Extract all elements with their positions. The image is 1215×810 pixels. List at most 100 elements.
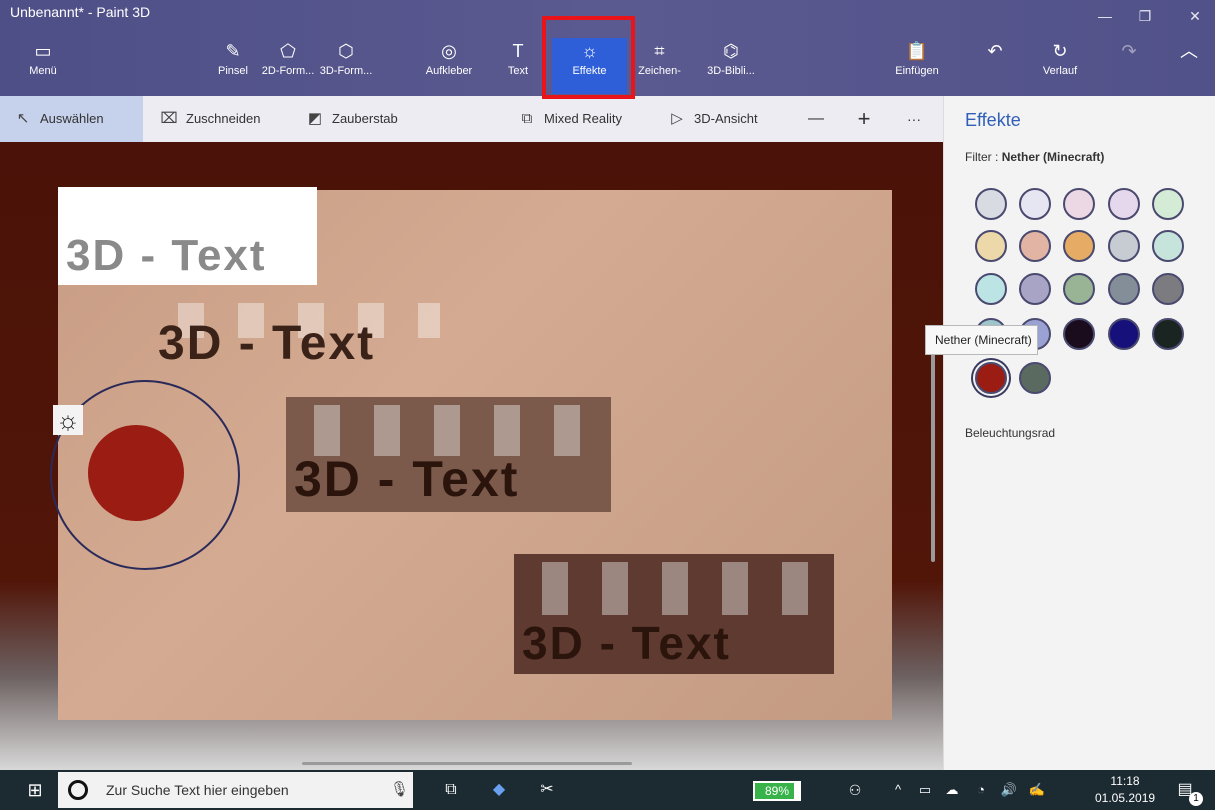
magic-select-icon: ◩ bbox=[307, 110, 323, 127]
collapse-ribbon-button[interactable]: ︿ bbox=[1172, 38, 1206, 94]
tool-sticker[interactable]: ◎ Aufkleber bbox=[418, 38, 480, 94]
search-placeholder: Zur Suche Text hier eingeben bbox=[106, 782, 289, 798]
mixed-reality-label: Mixed Reality bbox=[544, 111, 623, 126]
windows-start-icon[interactable]: ⊞ bbox=[20, 770, 50, 810]
battery-indicator[interactable]: 89% bbox=[753, 781, 801, 801]
3d-text-object[interactable]: 3D - Text bbox=[150, 295, 450, 375]
filter-swatch[interactable] bbox=[975, 273, 1007, 305]
tool-canvas[interactable]: ⌗ Zeichen- bbox=[632, 38, 687, 94]
task-view-icon[interactable]: ⧉ bbox=[436, 770, 466, 810]
vertical-scrollbar[interactable] bbox=[931, 350, 935, 562]
paste-button[interactable]: 📋 Einfügen bbox=[888, 38, 946, 94]
filter-swatch[interactable] bbox=[1152, 273, 1184, 305]
history-label: Verlauf bbox=[1042, 65, 1078, 77]
3d-text-label: 3D - Text bbox=[158, 317, 376, 370]
undo-button[interactable]: ↶ bbox=[978, 38, 1012, 94]
3d-text-object[interactable]: 3D - Text bbox=[514, 554, 834, 674]
mixed-reality-button[interactable]: ⧉ Mixed Reality bbox=[516, 96, 622, 142]
people-icon[interactable]: ⚇ bbox=[843, 770, 867, 810]
tool-2d-shapes-label: 2D-Form... bbox=[261, 65, 315, 77]
battery-percent: 89% bbox=[764, 784, 790, 798]
microphone-icon[interactable]: 🎙 bbox=[390, 772, 409, 808]
filter-swatch[interactable] bbox=[975, 362, 1007, 394]
tool-canvas-label: Zeichen- bbox=[638, 65, 681, 77]
volume-icon[interactable]: 🔊 bbox=[998, 770, 1020, 810]
tool-2d-shapes[interactable]: ⬠ 2D-Form... bbox=[258, 38, 318, 94]
filter-swatch[interactable] bbox=[1108, 230, 1140, 262]
filter-swatch[interactable] bbox=[1063, 230, 1095, 262]
filter-swatch[interactable] bbox=[1063, 188, 1095, 220]
show-hidden-icons[interactable]: ^ bbox=[887, 770, 909, 810]
text-icon: T bbox=[512, 41, 524, 61]
filter-swatch[interactable] bbox=[1152, 318, 1184, 350]
restore-button[interactable]: ❐ bbox=[1130, 8, 1160, 28]
filter-swatch[interactable] bbox=[1019, 188, 1051, 220]
tool-pinsel-label: Pinsel bbox=[218, 65, 248, 77]
3d-text-object[interactable]: 3D - Text bbox=[286, 397, 611, 512]
light-source-sun-icon[interactable]: ☼ bbox=[53, 405, 83, 435]
tool-3d-shapes[interactable]: ⬡ 3D-Form... bbox=[316, 38, 376, 94]
zoom-out-button[interactable]: — bbox=[806, 96, 826, 142]
taskbar-search-box[interactable]: Zur Suche Text hier eingeben 🎙 bbox=[58, 772, 413, 808]
filter-swatch[interactable] bbox=[1152, 230, 1184, 262]
filter-swatch[interactable] bbox=[975, 230, 1007, 262]
history-button[interactable]: ↻ Verlauf bbox=[1036, 38, 1084, 94]
redo-icon: ↷ bbox=[1121, 41, 1137, 61]
more-options-button[interactable]: ··· bbox=[902, 96, 926, 142]
red-highlight-frame bbox=[542, 16, 635, 99]
crop-icon: ⌧ bbox=[160, 110, 178, 127]
3d-text-label: 3D - Text bbox=[66, 231, 267, 280]
3d-text-label: 3D - Text bbox=[294, 451, 520, 507]
onedrive-icon[interactable]: ☁ bbox=[941, 770, 963, 810]
select-label: Auswählen bbox=[40, 111, 104, 126]
paint3d-taskbar-icon[interactable]: ◆ bbox=[484, 770, 514, 810]
minimize-button[interactable]: — bbox=[1090, 8, 1120, 28]
filter-label: Filter : bbox=[965, 150, 999, 164]
close-button[interactable]: ✕ bbox=[1180, 8, 1210, 28]
filter-swatch[interactable] bbox=[1063, 273, 1095, 305]
magic-select-button[interactable]: ◩ Zauberstab bbox=[304, 96, 398, 142]
horizontal-scrollbar[interactable] bbox=[302, 762, 632, 765]
wifi-icon[interactable]: ◔ bbox=[970, 770, 992, 810]
tool-3d-library[interactable]: ⌬ 3D-Bibli... bbox=[700, 38, 762, 94]
notification-count-badge: 1 bbox=[1189, 792, 1203, 806]
3d-shapes-icon: ⬡ bbox=[338, 41, 354, 61]
canvas-icon: ⌗ bbox=[654, 41, 665, 61]
filter-row: Filter : Nether (Minecraft) bbox=[965, 150, 1104, 164]
pen-icon[interactable]: ✍ bbox=[1026, 770, 1048, 810]
filter-swatch[interactable] bbox=[975, 188, 1007, 220]
redo-button[interactable]: ↷ bbox=[1112, 38, 1146, 94]
filter-swatch[interactable] bbox=[1108, 188, 1140, 220]
select-button[interactable]: ↖ Auswählen bbox=[0, 96, 143, 142]
filter-swatch[interactable] bbox=[1019, 230, 1051, 262]
snipping-tool-icon[interactable]: ✂ bbox=[532, 770, 562, 810]
tool-3d-library-label: 3D-Bibli... bbox=[707, 65, 755, 77]
filter-swatch[interactable] bbox=[1063, 318, 1095, 350]
filter-swatch[interactable] bbox=[1019, 273, 1051, 305]
3d-view-button[interactable]: ▷ 3D-Ansicht bbox=[666, 96, 757, 142]
filter-swatch[interactable] bbox=[1108, 273, 1140, 305]
tool-text-label: Text bbox=[507, 65, 529, 77]
tool-text[interactable]: T Text bbox=[500, 38, 536, 94]
cortana-icon bbox=[68, 780, 88, 800]
crop-button[interactable]: ⌧ Zuschneiden bbox=[158, 96, 260, 142]
chevron-up-icon: ︿ bbox=[1180, 41, 1198, 61]
tool-options-bar: ↖ Auswählen ⌧ Zuschneiden ◩ Zauberstab ⧉ Mix… bbox=[0, 96, 943, 142]
paste-label: Einfügen bbox=[895, 65, 939, 77]
panel-title: Effekte bbox=[965, 110, 1021, 130]
menu-button[interactable]: ▭ Menü bbox=[20, 38, 66, 94]
clock-date: 01.05.2019 bbox=[1095, 791, 1156, 805]
battery-saver-icon[interactable]: ▭ bbox=[914, 770, 936, 810]
3d-text-object[interactable]: 3D - Text bbox=[58, 187, 317, 285]
undo-icon: ↶ bbox=[987, 41, 1003, 61]
paint3d-window: Unbenannt* - Paint 3D — ❐ ✕ ▭ Menü ✎ Pin… bbox=[0, 0, 1215, 810]
taskbar-clock[interactable]: 11:18 01.05.2019 bbox=[1095, 773, 1155, 807]
filter-swatch[interactable] bbox=[1019, 362, 1051, 394]
filter-swatch[interactable] bbox=[1152, 188, 1184, 220]
tool-pinsel[interactable]: ✎ Pinsel bbox=[208, 38, 258, 94]
zoom-in-button[interactable]: + bbox=[852, 96, 876, 142]
cursor-icon: ↖ bbox=[16, 110, 30, 127]
3d-library-icon: ⌬ bbox=[723, 41, 739, 61]
history-icon: ↻ bbox=[1052, 41, 1068, 61]
filter-swatch[interactable] bbox=[1108, 318, 1140, 350]
